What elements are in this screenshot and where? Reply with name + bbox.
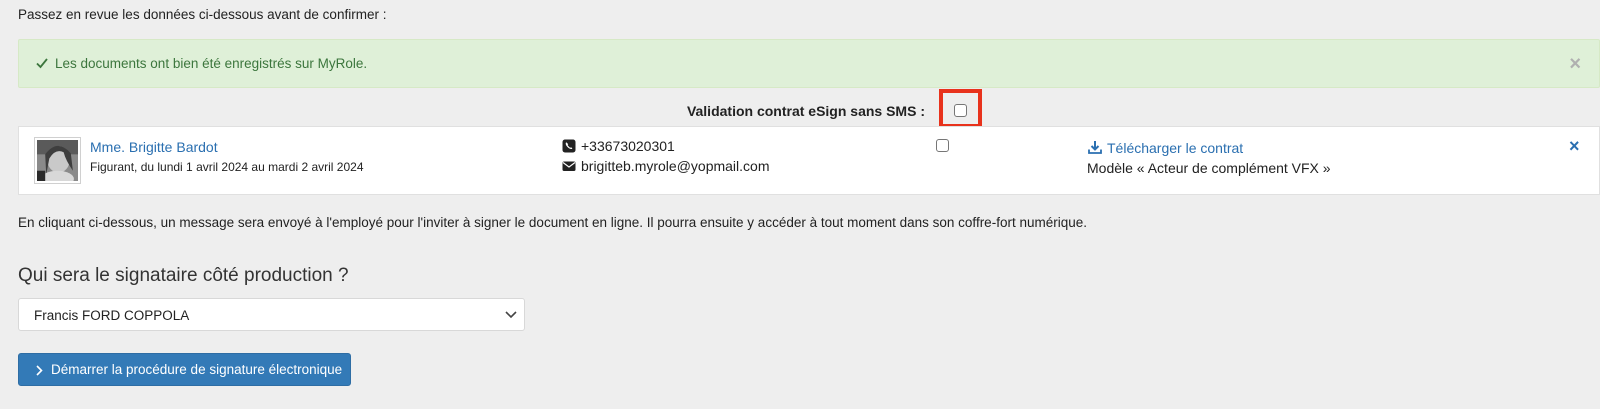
start-signature-button[interactable]: Démarrer la procédure de signature élect…: [18, 353, 351, 386]
download-icon[interactable]: [1088, 140, 1102, 154]
info-text: En cliquant ci-dessous, un message sera …: [18, 215, 1087, 230]
review-intro-text: Passez en revue les données ci-dessous a…: [18, 7, 387, 22]
signatory-question: Qui sera le signataire côté production ?: [18, 265, 349, 286]
employee-email: brigitteb.myrole@yopmail.com: [581, 158, 770, 174]
signatory-select[interactable]: Francis FORD COPPOLA: [18, 298, 525, 331]
alert-message: Les documents ont bien été enregistrés s…: [55, 56, 368, 71]
esign-validation-label: Validation contrat eSign sans SMS :: [686, 103, 925, 119]
envelope-icon: [562, 161, 576, 171]
phone-icon: [562, 139, 576, 153]
success-alert: Les documents ont bien été enregistrés s…: [18, 39, 1600, 88]
download-contract-link[interactable]: Télécharger le contrat: [1107, 140, 1243, 156]
check-icon: [36, 58, 48, 69]
remove-employee-icon[interactable]: ×: [1569, 136, 1580, 157]
employee-checkbox[interactable]: [936, 139, 949, 152]
alert-close-icon[interactable]: ×: [1569, 54, 1581, 74]
employee-phone: +33673020301: [581, 138, 675, 154]
contract-model: Modèle « Acteur de complément VFX »: [1087, 160, 1331, 176]
esign-no-sms-checkbox[interactable]: [954, 104, 967, 117]
signatory-selected-value: Francis FORD COPPOLA: [34, 308, 190, 323]
employee-period: Figurant, du lundi 1 avril 2024 au mardi…: [90, 160, 364, 174]
employee-card: Mme. Brigitte Bardot Figurant, du lundi …: [18, 126, 1600, 195]
start-signature-label: Démarrer la procédure de signature élect…: [51, 362, 343, 377]
avatar: [34, 137, 81, 184]
chevron-down-icon: [505, 311, 517, 319]
employee-name-link[interactable]: Mme. Brigitte Bardot: [90, 139, 218, 155]
chevron-right-icon: [36, 365, 43, 376]
